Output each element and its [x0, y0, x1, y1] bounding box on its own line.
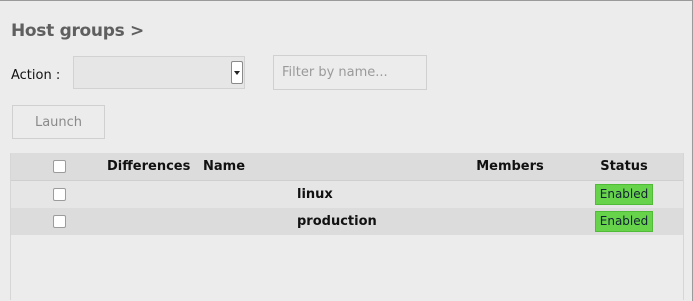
- status-cell: Enabled: [565, 208, 683, 235]
- table-row[interactable]: linux Enabled: [11, 180, 683, 208]
- select-all-checkbox[interactable]: [52, 160, 66, 173]
- host-group-name[interactable]: linux: [203, 180, 455, 208]
- differences-cell: [107, 180, 203, 208]
- status-cell: Enabled: [565, 180, 683, 208]
- members-cell: [455, 208, 565, 235]
- row-checkbox[interactable]: [52, 188, 66, 201]
- action-select[interactable]: [73, 56, 245, 89]
- filter-by-name-input[interactable]: [273, 55, 427, 90]
- select-arrow-button[interactable]: [231, 61, 243, 84]
- column-header-status[interactable]: Status: [565, 153, 683, 181]
- row-checkbox[interactable]: [52, 215, 66, 228]
- host-group-name[interactable]: production: [203, 208, 455, 235]
- column-header-name[interactable]: Name: [203, 153, 455, 181]
- status-badge[interactable]: Enabled: [594, 211, 654, 232]
- column-header-members[interactable]: Members: [455, 153, 565, 181]
- differences-cell: [107, 208, 203, 235]
- table-row[interactable]: production Enabled: [11, 208, 683, 235]
- table-header-row: Differences Name Members Status: [11, 153, 683, 181]
- action-label: Action :: [11, 68, 61, 83]
- select-all-header: [11, 153, 107, 181]
- row-select-cell: [11, 180, 107, 208]
- row-select-cell: [11, 208, 107, 235]
- status-badge[interactable]: Enabled: [594, 184, 654, 205]
- column-header-differences[interactable]: Differences: [107, 153, 203, 181]
- host-groups-table: Differences Name Members Status linux En…: [10, 153, 684, 300]
- host-groups-panel: Host groups > Action : Launch Difference…: [0, 0, 693, 301]
- launch-button[interactable]: Launch: [12, 105, 105, 139]
- chevron-down-icon: [234, 71, 240, 75]
- page-title[interactable]: Host groups >: [11, 21, 144, 41]
- members-cell: [455, 180, 565, 208]
